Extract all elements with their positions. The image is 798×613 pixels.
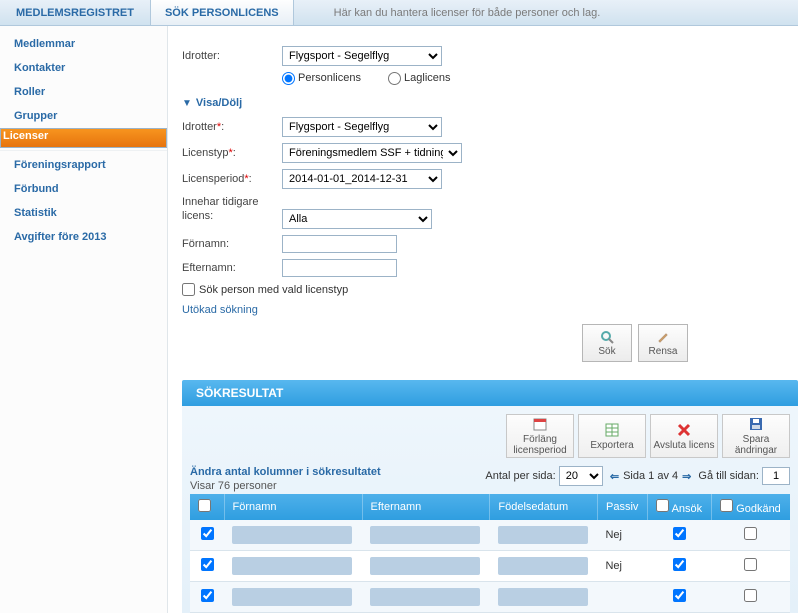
cell-fodelsedatum <box>498 526 588 544</box>
cell-passiv <box>597 582 647 613</box>
label-personlicens: Personlicens <box>298 72 361 84</box>
label-licensperiod: Licensperiod*: <box>182 173 282 185</box>
forlang-button[interactable]: Förläng licensperiod <box>506 414 574 458</box>
cell-passiv: Nej <box>597 520 647 551</box>
cell-fornamn <box>232 557 352 575</box>
sidebar: Medlemmar Kontakter Roller Grupper Licen… <box>0 26 168 613</box>
row-select-checkbox[interactable] <box>201 558 214 571</box>
page-header: SÖK PERSONLICENS <box>150 0 294 25</box>
label-laglicens: Laglicens <box>404 72 450 84</box>
select-all-checkbox[interactable] <box>198 499 211 512</box>
cell-efternamn <box>370 588 480 606</box>
table-icon <box>604 422 620 438</box>
row-select-checkbox[interactable] <box>201 589 214 602</box>
select-innehar[interactable]: Alla <box>282 209 432 229</box>
exportera-button[interactable]: Exportera <box>578 414 646 458</box>
cell-passiv: Nej <box>597 551 647 582</box>
col-godkand[interactable]: Godkänd <box>712 494 790 520</box>
results-header: SÖKRESULTAT <box>182 380 798 406</box>
select-all-godkand-checkbox[interactable] <box>720 499 733 512</box>
label-innehar: Innehar tidigare licens: <box>182 195 282 224</box>
cell-efternamn <box>370 557 480 575</box>
sidebar-item-medlemmar[interactable]: Medlemmar <box>0 32 167 56</box>
select-all-ansok-checkbox[interactable] <box>656 499 669 512</box>
select-idrotter2[interactable]: Flygsport - Segelflyg <box>282 117 442 137</box>
results-table: Förnamn Efternamn Födelsedatum Passiv An… <box>190 494 790 613</box>
row-ansok-checkbox[interactable] <box>673 589 686 602</box>
pager-label-goto: Gå till sidan: <box>698 470 759 482</box>
per-page-select[interactable]: 20 <box>559 466 603 486</box>
checkbox-sok-vald-licenstyp[interactable] <box>182 283 195 296</box>
sok-button[interactable]: Sök <box>582 324 632 362</box>
sidebar-item-roller[interactable]: Roller <box>0 80 167 104</box>
sidebar-item-forbund[interactable]: Förbund <box>0 177 167 201</box>
sidebar-item-grupper[interactable]: Grupper <box>0 104 167 128</box>
col-ansok[interactable]: Ansök <box>648 494 712 520</box>
col-fodelsedatum[interactable]: Födelsedatum <box>490 494 598 520</box>
calendar-icon <box>532 416 548 432</box>
brush-icon <box>656 330 670 344</box>
select-licensperiod[interactable]: 2014-01-01_2014-12-31 <box>282 169 442 189</box>
cell-fornamn <box>232 526 352 544</box>
cell-fodelsedatum <box>498 588 588 606</box>
label-sok-vald-licenstyp: Sök person med vald licenstyp <box>199 284 348 296</box>
radio-personlicens[interactable] <box>282 72 295 85</box>
row-godkand-checkbox[interactable] <box>744 558 757 571</box>
table-row: Nej <box>190 520 790 551</box>
pager-label-antal: Antal per sida: <box>485 470 555 482</box>
page-description: Här kan du hantera licenser för både per… <box>294 7 601 19</box>
select-idrotter[interactable]: Flygsport - Segelflyg <box>282 46 442 66</box>
rensa-button[interactable]: Rensa <box>638 324 688 362</box>
col-efternamn[interactable]: Efternamn <box>362 494 490 520</box>
sidebar-item-foreningsrapport[interactable]: Föreningsrapport <box>0 153 167 177</box>
table-row: Nej <box>190 551 790 582</box>
radio-laglicens[interactable] <box>388 72 401 85</box>
col-passiv[interactable]: Passiv <box>597 494 647 520</box>
spara-button[interactable]: Spara ändringar <box>722 414 790 458</box>
pager-position: Sida 1 av 4 <box>623 470 678 482</box>
search-icon <box>600 330 614 344</box>
label-fornamn: Förnamn: <box>182 238 282 250</box>
label-idrotter: Idrotter: <box>182 50 282 62</box>
row-ansok-checkbox[interactable] <box>673 558 686 571</box>
prev-page-icon[interactable]: ⇐ <box>610 470 619 483</box>
save-icon <box>748 416 764 432</box>
avsluta-button[interactable]: Avsluta licens <box>650 414 718 458</box>
col-fornamn[interactable]: Förnamn <box>224 494 362 520</box>
input-efternamn[interactable] <box>282 259 397 277</box>
cell-efternamn <box>370 526 480 544</box>
table-row <box>190 582 790 613</box>
label-idrotter2: Idrotter*: <box>182 121 282 133</box>
triangle-down-icon: ▼ <box>182 98 192 109</box>
row-godkand-checkbox[interactable] <box>744 527 757 540</box>
sidebar-item-avgifter[interactable]: Avgifter före 2013 <box>0 225 167 249</box>
next-page-icon[interactable]: ⇒ <box>682 470 691 483</box>
sidebar-item-statistik[interactable]: Statistik <box>0 201 167 225</box>
row-godkand-checkbox[interactable] <box>744 589 757 602</box>
sidebar-item-licenser[interactable]: Licenser <box>0 128 167 148</box>
link-utokad-sokning[interactable]: Utökad sökning <box>182 304 798 316</box>
visa-dolj-toggle[interactable]: ▼ Visa/Dölj <box>182 97 798 109</box>
input-fornamn[interactable] <box>282 235 397 253</box>
cell-fodelsedatum <box>498 557 588 575</box>
goto-page-input[interactable] <box>762 467 790 485</box>
row-ansok-checkbox[interactable] <box>673 527 686 540</box>
x-icon <box>676 422 692 438</box>
cell-fornamn <box>232 588 352 606</box>
label-efternamn: Efternamn: <box>182 262 282 274</box>
row-select-checkbox[interactable] <box>201 527 214 540</box>
module-header: MEDLEMSREGISTRET <box>0 7 150 19</box>
select-licenstyp[interactable]: Föreningsmedlem SSF + tidning <box>282 143 462 163</box>
sidebar-item-kontakter[interactable]: Kontakter <box>0 56 167 80</box>
label-licenstyp: Licenstyp*: <box>182 147 282 159</box>
